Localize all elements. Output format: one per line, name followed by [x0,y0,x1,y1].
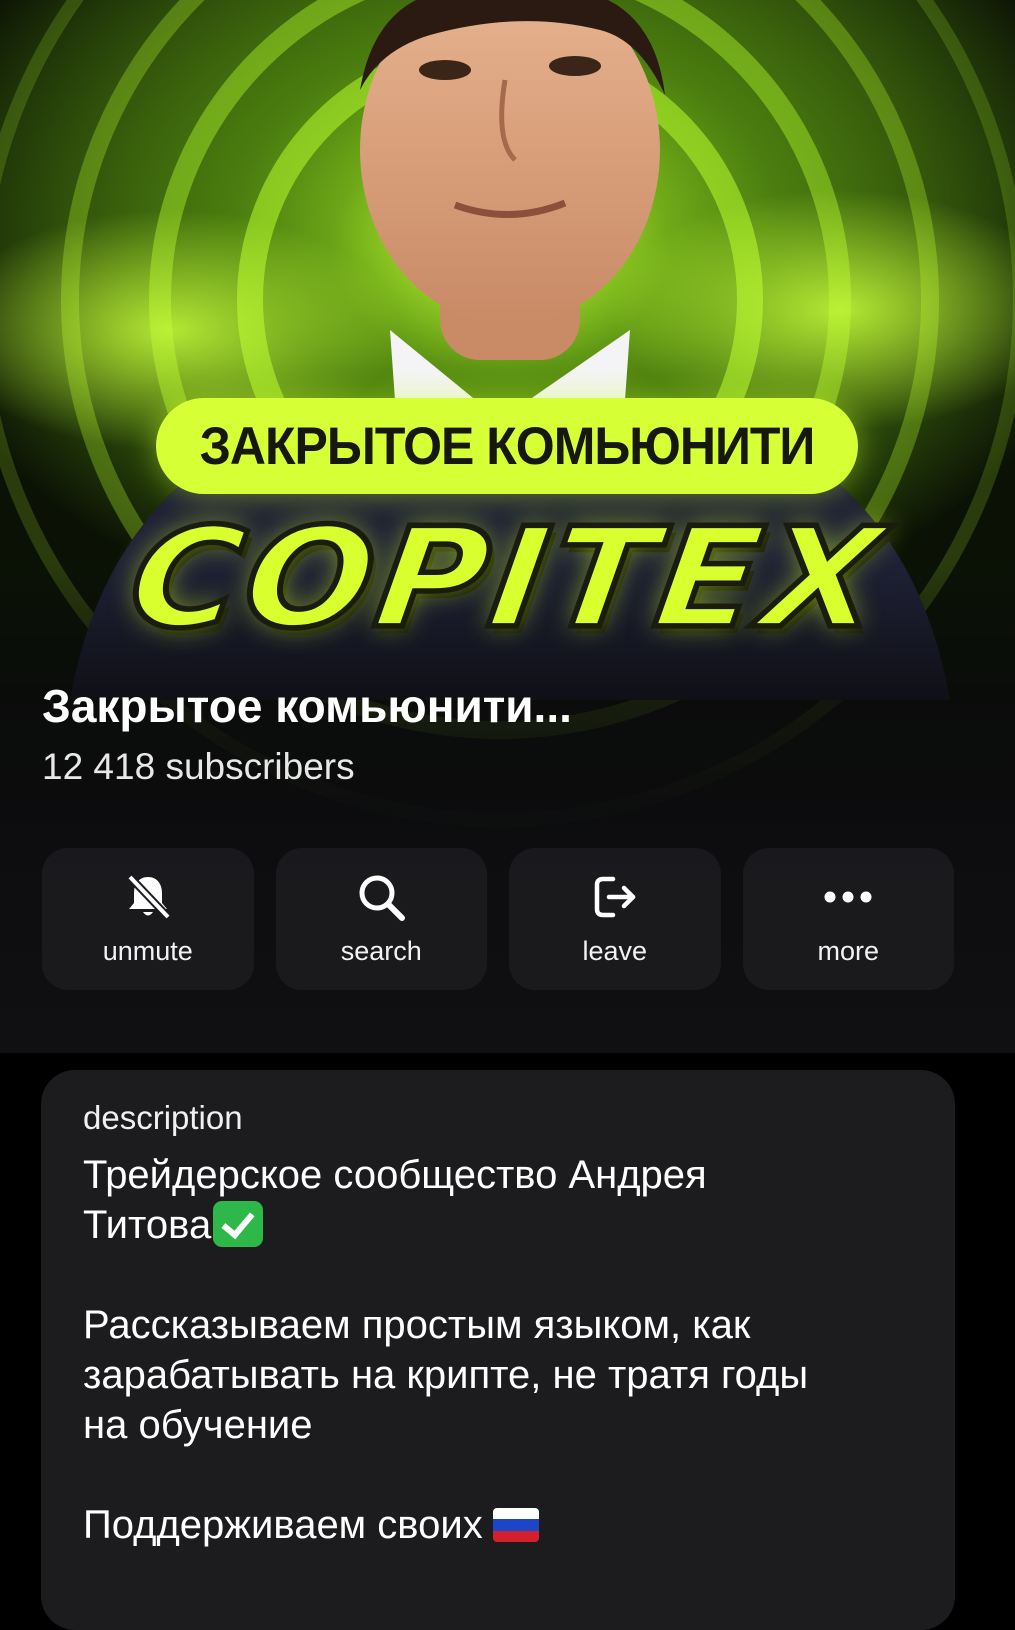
unmute-button[interactable]: unmute [42,848,254,990]
cover-logo-text: COPITEX [118,496,898,662]
search-icon [359,875,406,921]
search-label: search [340,936,422,966]
description-line: Трейдерское сообщество Андрея [83,1153,707,1197]
cover-pill-banner: ЗАКРЫТОЕ КОМЬЮНИТИ [156,398,858,494]
cover-pill-text: ЗАКРЫТОЕ КОМЬЮНИТИ [199,416,816,476]
description-line: Поддерживаем своих [83,1500,913,1550]
channel-cover: ЗАКРЫТОЕ КОМЬЮНИТИ COPITEX Закрытое комь… [0,0,1015,1053]
russia-flag-emoji [492,1508,539,1542]
description-line: на обучение [83,1403,313,1447]
leave-button[interactable]: leave [509,848,721,990]
bell-slash-icon [126,874,171,920]
description-line: зарабатывать на крипте, не тратя годы [83,1353,809,1397]
more-label: more [817,936,879,966]
description-line: Рассказываем простым языком, как [83,1303,751,1347]
unmute-label: unmute [102,936,193,966]
channel-title: Закрытое комьюнити... [42,680,572,732]
more-dots-icon [824,891,872,903]
description-line-text: Титова [83,1203,212,1247]
search-button[interactable]: search [275,848,487,990]
cover-logo: COPITEX [118,496,898,662]
more-button[interactable]: more [742,848,954,990]
description-line-text: Поддерживаем своих [83,1503,483,1547]
description-label: description [83,1099,243,1136]
check-mark-emoji [213,1201,264,1247]
description-line: Титова [83,1200,913,1250]
description-text[interactable]: Трейдерское сообщество Андрея Титова Рас… [83,1150,913,1550]
leave-icon [594,876,635,918]
leave-label: leave [582,936,648,966]
description-card: description Трейдерское сообщество Андре… [41,1070,955,1630]
channel-action-bar: unmute search leave more [42,848,954,990]
subscriber-count: 12 418 subscribers [42,746,355,787]
